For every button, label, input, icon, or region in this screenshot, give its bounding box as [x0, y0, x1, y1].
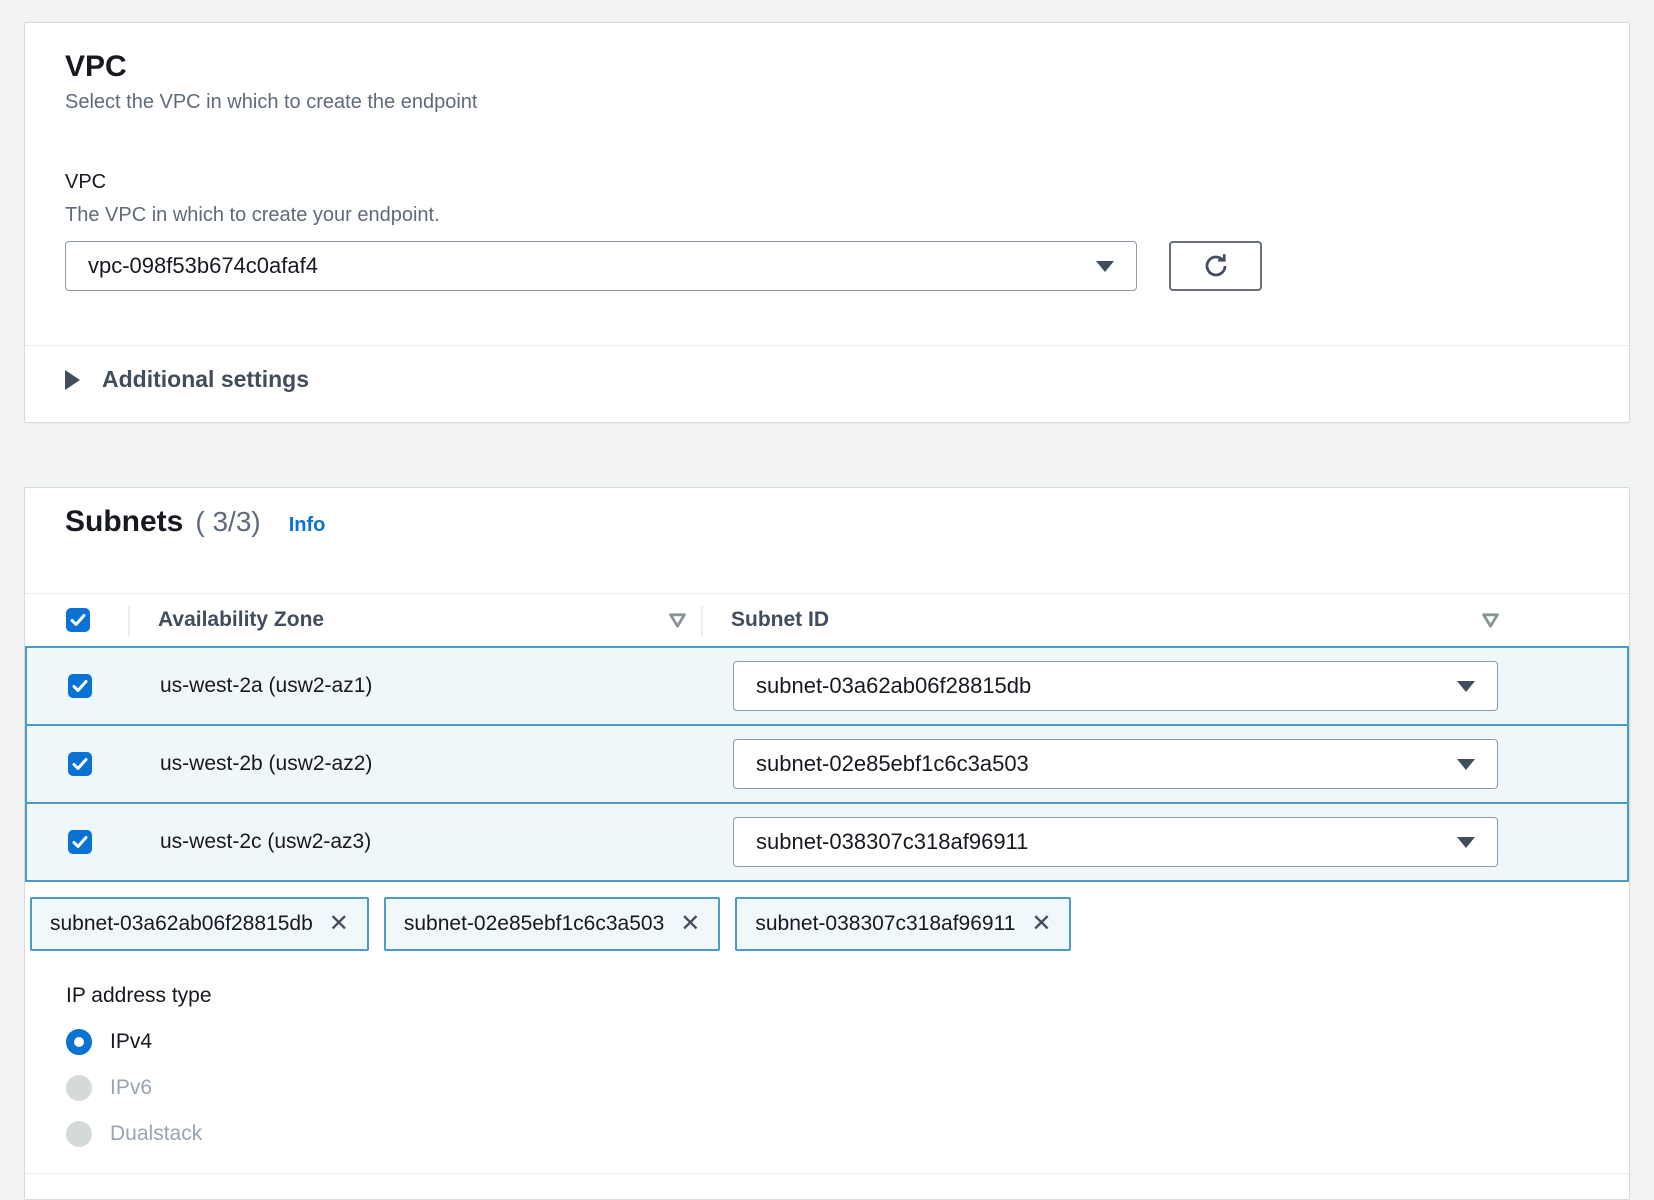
subnet-select[interactable]: subnet-038307c318af96911	[733, 817, 1498, 867]
dismiss-icon[interactable]: ✕	[1031, 912, 1051, 936]
table-row: us-west-2a (usw2-az1) subnet-03a62ab06f2…	[25, 646, 1629, 726]
vpc-card-description: Select the VPC in which to create the en…	[65, 89, 1589, 115]
ip-address-type-label: IP address type	[66, 983, 1629, 1009]
divider	[25, 1173, 1629, 1174]
radio-label: IPv4	[110, 1030, 152, 1054]
sort-icon[interactable]	[1481, 612, 1500, 629]
subnet-token: subnet-02e85ebf1c6c3a503 ✕	[384, 897, 721, 951]
vpc-field-description: The VPC in which to create your endpoint…	[65, 203, 1589, 227]
vpc-field-label: VPC	[65, 169, 1589, 195]
radio-disabled-icon	[66, 1121, 92, 1147]
chevron-down-icon	[1457, 681, 1475, 692]
subnet-select-value: subnet-02e85ebf1c6c3a503	[756, 751, 1029, 777]
radio-disabled-icon	[66, 1075, 92, 1101]
radio-option-dualstack: Dualstack	[66, 1121, 1629, 1147]
availability-zone-cell: us-west-2b (usw2-az2)	[160, 752, 733, 776]
token-label: subnet-02e85ebf1c6c3a503	[404, 912, 664, 936]
additional-settings-label: Additional settings	[102, 366, 309, 393]
radio-option-ipv6: IPv6	[66, 1075, 1629, 1101]
subnet-select[interactable]: subnet-02e85ebf1c6c3a503	[733, 739, 1498, 789]
dismiss-icon[interactable]: ✕	[329, 912, 349, 936]
sort-icon[interactable]	[668, 612, 687, 629]
selected-subnet-tokens: subnet-03a62ab06f28815db ✕ subnet-02e85e…	[25, 897, 1629, 951]
radio-label: Dualstack	[110, 1122, 202, 1146]
subnet-token: subnet-03a62ab06f28815db ✕	[30, 897, 369, 951]
refresh-icon	[1201, 251, 1231, 281]
subnet-select-value: subnet-038307c318af96911	[756, 829, 1028, 855]
subnet-token: subnet-038307c318af96911 ✕	[735, 897, 1071, 951]
radio-option-ipv4: IPv4	[66, 1029, 1629, 1055]
subnets-card-header: Subnets ( 3/3) Info	[25, 488, 1629, 540]
table-row: us-west-2b (usw2-az2) subnet-02e85ebf1c6…	[25, 724, 1629, 804]
row-checkbox[interactable]	[68, 752, 92, 776]
ip-address-type-group: IP address type IPv4 IPv6 Dualstack	[66, 983, 1629, 1147]
chevron-down-icon	[1457, 837, 1475, 848]
column-header-subnet-id[interactable]: Subnet ID	[731, 608, 829, 632]
row-checkbox[interactable]	[68, 830, 92, 854]
subnets-section-card: Subnets ( 3/3) Info Availability Zone Su…	[24, 487, 1630, 1200]
subnets-card-title: Subnets	[65, 504, 183, 540]
column-divider	[128, 606, 130, 636]
expand-triangle-icon	[65, 370, 80, 390]
token-label: subnet-03a62ab06f28815db	[50, 912, 313, 936]
subnet-select[interactable]: subnet-03a62ab06f28815db	[733, 661, 1498, 711]
select-all-checkbox[interactable]	[66, 608, 90, 632]
subnet-select-value: subnet-03a62ab06f28815db	[756, 673, 1031, 699]
dismiss-icon[interactable]: ✕	[680, 912, 700, 936]
info-link[interactable]: Info	[289, 514, 326, 537]
column-header-availability-zone[interactable]: Availability Zone	[158, 608, 324, 632]
vpc-card-title: VPC	[65, 49, 1589, 85]
radio-selected-icon[interactable]	[66, 1029, 92, 1055]
vpc-field: VPC The VPC in which to create your endp…	[25, 133, 1629, 291]
radio-label: IPv6	[110, 1076, 152, 1100]
vpc-select-value: vpc-098f53b674c0afaf4	[88, 253, 318, 279]
row-checkbox[interactable]	[68, 674, 92, 698]
subnets-count: ( 3/3)	[195, 506, 260, 538]
vpc-select[interactable]: vpc-098f53b674c0afaf4	[65, 241, 1137, 291]
availability-zone-cell: us-west-2c (usw2-az3)	[160, 830, 733, 854]
table-row: us-west-2c (usw2-az3) subnet-038307c318a…	[25, 802, 1629, 882]
subnets-table-header: Availability Zone Subnet ID	[25, 593, 1629, 646]
chevron-down-icon	[1457, 759, 1475, 770]
additional-settings-expander[interactable]: Additional settings	[25, 346, 1629, 413]
vpc-card-header: VPC Select the VPC in which to create th…	[25, 23, 1629, 133]
refresh-button[interactable]	[1169, 241, 1262, 291]
token-label: subnet-038307c318af96911	[755, 912, 1015, 936]
chevron-down-icon	[1096, 261, 1114, 272]
availability-zone-cell: us-west-2a (usw2-az1)	[160, 674, 733, 698]
column-divider	[701, 606, 703, 636]
vpc-section-card: VPC Select the VPC in which to create th…	[24, 22, 1630, 423]
